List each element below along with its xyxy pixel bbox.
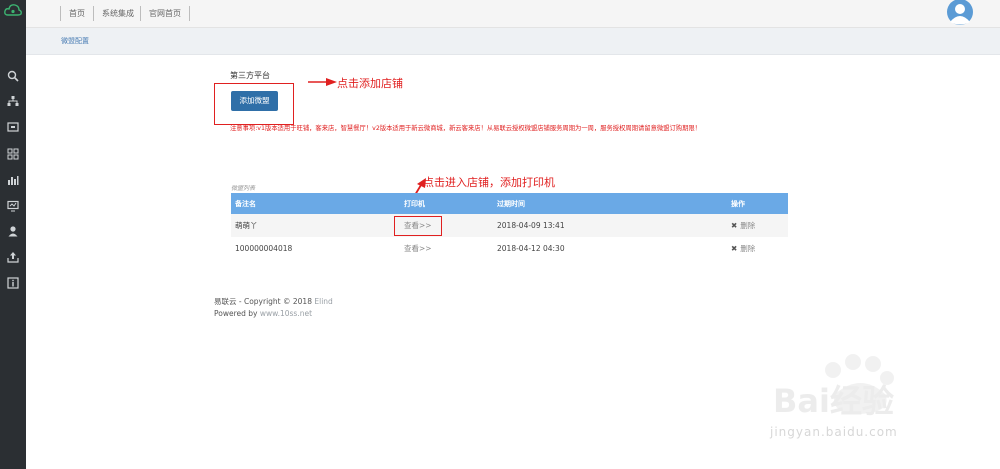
bar-chart-icon[interactable] xyxy=(7,174,19,186)
nav-item-official-site[interactable]: 官网首页 xyxy=(140,6,190,21)
footer-copyright: 易联云 - Copyright © 2018 Elind xyxy=(214,296,333,307)
breadcrumb[interactable]: 微盟配置 xyxy=(61,36,89,46)
delete-button[interactable]: ✖ 删除 xyxy=(731,244,755,253)
cloud-logo-icon[interactable] xyxy=(4,3,22,17)
column-header-printer: 打印机 xyxy=(404,199,425,208)
watermark-logo-text: Bai经验 xyxy=(773,382,894,420)
delete-label: 删除 xyxy=(740,244,756,253)
footer-powered-by: Powered by www.10ss.net xyxy=(214,309,312,318)
table-header-row: 备注名 打印机 过期时间 操作 xyxy=(231,193,788,214)
page-title: 第三方平台 xyxy=(230,71,270,80)
watermark-url: jingyan.baidu.com xyxy=(770,425,898,439)
footer-copy: - Copyright © 2018 xyxy=(236,297,315,306)
add-weimeng-button[interactable]: 添加微盟 xyxy=(231,91,278,111)
top-nav-bar: 首页 系统集成 官网首页 xyxy=(26,0,1000,28)
annotation-add-store: 点击添加店铺 xyxy=(337,77,403,90)
screen-icon[interactable] xyxy=(7,121,19,133)
delete-button[interactable]: ✖ 删除 xyxy=(731,221,755,230)
cell-name: 100000004018 xyxy=(235,244,293,253)
annotation-arrow-icon xyxy=(308,78,337,86)
column-header-name: 备注名 xyxy=(235,199,256,208)
nav-item-system-integration[interactable]: 系统集成 xyxy=(93,6,142,21)
footer-brand: 易联云 xyxy=(214,297,237,306)
column-header-expire: 过期时间 xyxy=(497,199,525,208)
footer-site-link[interactable]: www.10ss.net xyxy=(260,309,312,318)
search-icon[interactable] xyxy=(7,70,19,82)
list-caption: 微盟列表 xyxy=(231,185,256,192)
grid-icon[interactable] xyxy=(7,148,19,160)
info-icon[interactable] xyxy=(7,277,19,289)
store-table: 备注名 打印机 过期时间 操作 萌萌丫 查看>> 2018-04-09 13:4… xyxy=(231,193,788,260)
avatar[interactable] xyxy=(945,0,975,27)
sidebar xyxy=(0,0,26,469)
cell-expire: 2018-04-09 13:41 xyxy=(497,221,565,230)
user-icon[interactable] xyxy=(7,225,19,237)
cell-name: 萌萌丫 xyxy=(235,221,258,230)
breadcrumb-bar: 微盟配置 xyxy=(26,28,1000,55)
annotation-highlight-box xyxy=(394,216,442,236)
delete-label: 删除 xyxy=(740,221,756,230)
close-icon: ✖ xyxy=(731,244,738,253)
table-row: 100000004018 查看>> 2018-04-12 04:30 ✖ 删除 xyxy=(231,237,788,260)
column-header-action: 操作 xyxy=(731,199,745,208)
monitor-icon[interactable] xyxy=(7,200,19,212)
view-printer-link[interactable]: 查看>> xyxy=(404,244,432,253)
annotation-view-store: 点击进入店铺，添加打印机 xyxy=(423,176,555,189)
footer-powered-prefix: Powered by xyxy=(214,309,260,318)
table-row: 萌萌丫 查看>> 2018-04-09 13:41 ✖ 删除 xyxy=(231,214,788,237)
upload-icon[interactable] xyxy=(7,251,19,263)
close-icon: ✖ xyxy=(731,221,738,230)
sitemap-icon[interactable] xyxy=(7,95,19,107)
footer-elind-link[interactable]: Elind xyxy=(314,297,332,306)
nav-item-home[interactable]: 首页 xyxy=(60,6,93,21)
notice-text: 注意事项:v1版本适用于旺铺，客来店，智慧餐厅！v2版本适用于新云微商城，新云客… xyxy=(230,125,701,132)
cell-expire: 2018-04-12 04:30 xyxy=(497,244,565,253)
